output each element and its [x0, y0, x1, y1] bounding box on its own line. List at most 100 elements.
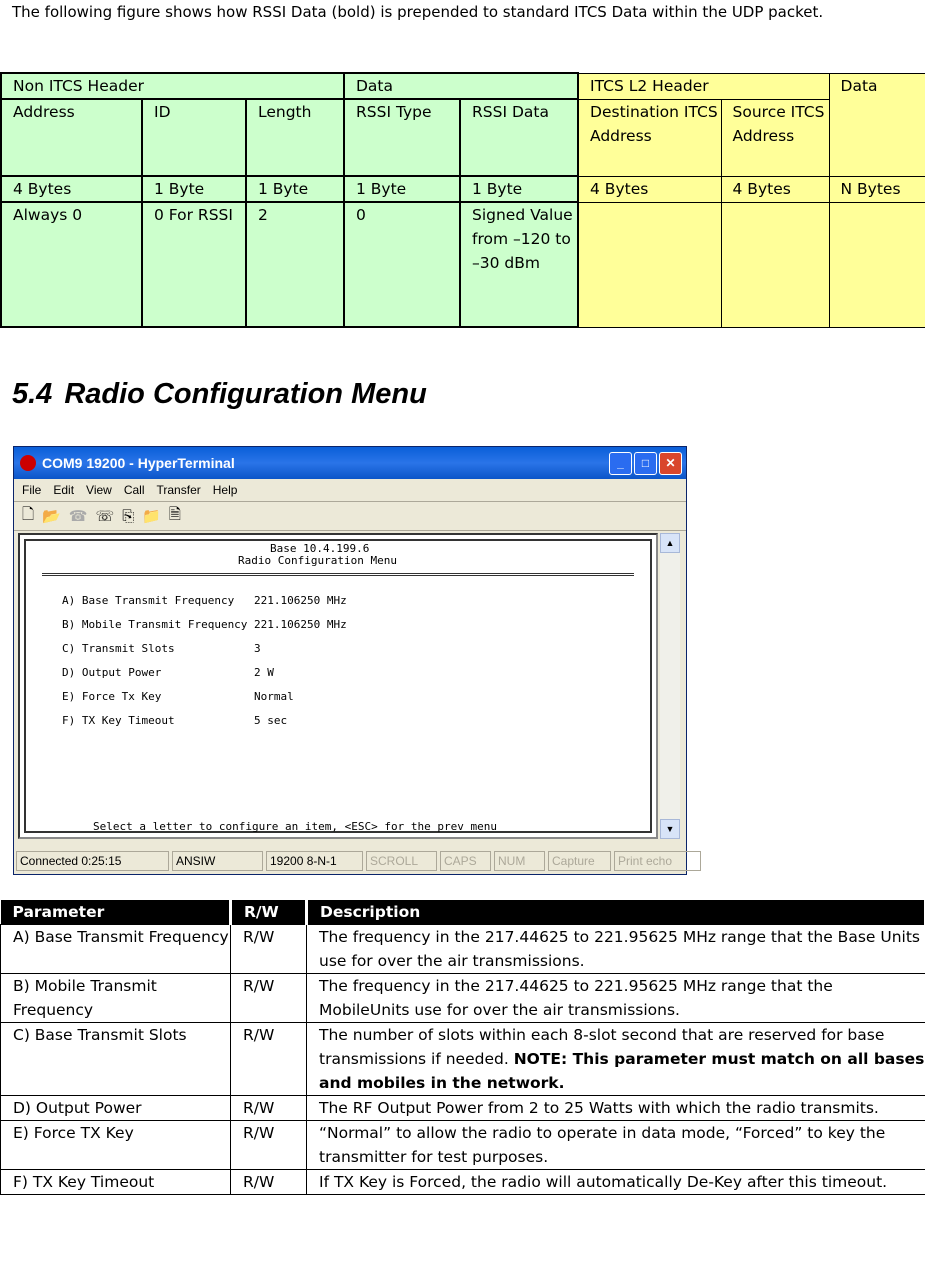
header-cell: Source ITCS Address: [720, 98, 830, 177]
status-field: Capture: [548, 851, 611, 871]
menu-edit[interactable]: Edit: [53, 483, 74, 497]
status-field: SCROLL: [366, 851, 437, 871]
header-cell: Address: [0, 98, 143, 177]
value-cell: Always 0: [0, 201, 143, 328]
table-row: A) Base Transmit Frequency R/W The frequen…: [0, 924, 925, 974]
new-icon[interactable]: 🗋: [22, 504, 34, 529]
menu-file[interactable]: File: [22, 483, 41, 497]
size-cell: 1 Byte: [458, 175, 580, 203]
header-cell: RSSI Type: [343, 98, 461, 177]
open-icon[interactable]: 📂: [42, 507, 61, 525]
header-parameter: Parameter: [0, 900, 232, 925]
parameter-cell: D) Output Power: [0, 1095, 231, 1121]
description-cell: If TX Key is Forced, the radio will auto…: [306, 1169, 925, 1195]
status-bar: Connected 0:25:15 ANSIW 19200 8-N-1 SCROLL C…: [16, 851, 701, 871]
scroll-up-icon[interactable]: ▲: [660, 533, 680, 553]
table-row: E) Force TX Key R/W “Normal” to allow the …: [0, 1120, 925, 1170]
group-data-itcs: Data: [828, 72, 925, 177]
status-field: 19200 8-N-1: [266, 851, 363, 871]
terminal-menu-item: E) Force Tx Key Normal: [62, 690, 294, 703]
value-cell: Signed Value from –120 to –30 dBm: [458, 201, 580, 328]
maximize-button[interactable]: □: [634, 451, 657, 475]
table-row: B) Mobile Transmit Frequency R/W The frequ…: [0, 973, 925, 1023]
terminal-screen[interactable]: Base 10.4.199.6 Radio Configuration Menu…: [18, 533, 658, 839]
menu-transfer[interactable]: Transfer: [157, 483, 201, 497]
size-cell: 1 Byte: [343, 175, 461, 203]
value-cell: [577, 201, 722, 328]
description-cell: “Normal” to allow the radio to operate i…: [306, 1120, 925, 1170]
menu-bar: File Edit View Call Transfer Help: [14, 479, 686, 502]
menu-help[interactable]: Help: [213, 483, 238, 497]
header-description: Description: [306, 900, 925, 925]
status-field: NUM: [494, 851, 545, 871]
parameter-cell: B) Mobile Transmit Frequency: [0, 973, 231, 1023]
receive-icon[interactable]: 📁: [142, 507, 161, 525]
group-data: Data: [342, 72, 580, 100]
description-cell: The frequency in the 217.44625 to 221.95…: [306, 973, 925, 1023]
description-cell: The RF Output Power from 2 to 25 Watts w…: [306, 1095, 925, 1121]
description-text: “Normal” to allow the radio to operate i…: [319, 1124, 886, 1166]
size-cell: 1 Byte: [141, 175, 247, 203]
section-heading: 5.4 Radio Configuration Menu: [12, 378, 427, 410]
minimize-button[interactable]: _: [609, 451, 632, 475]
title-bar[interactable]: COM9 19200 - HyperTerminal _ □ ✕: [14, 447, 686, 479]
value-cell: 0 For RSSI: [141, 201, 247, 328]
size-cell: 1 Byte: [245, 175, 345, 203]
menu-view[interactable]: View: [86, 483, 112, 497]
size-cell: 4 Bytes: [0, 175, 143, 203]
value-cell: 0: [343, 201, 461, 328]
terminal-prompt: Select a letter to configure an item, <E…: [93, 820, 497, 833]
value-cell: [720, 201, 830, 328]
menu-call[interactable]: Call: [124, 483, 145, 497]
disconnect-icon[interactable]: ☎: [69, 507, 88, 525]
size-cell: N Bytes: [828, 175, 925, 203]
description-text: The frequency in the 217.44625 to 221.95…: [319, 977, 833, 1019]
status-field: ANSIW: [172, 851, 263, 871]
header-cell: Length: [245, 98, 345, 177]
status-field: CAPS: [440, 851, 491, 871]
window-title: COM9 19200 - HyperTerminal: [42, 455, 235, 471]
status-field: Print echo: [614, 851, 701, 871]
description-text: The RF Output Power from 2 to 25 Watts w…: [319, 1099, 879, 1117]
send-icon[interactable]: ⎘: [122, 508, 134, 525]
terminal-menu-item: B) Mobile Transmit Frequency 221.106250 …: [62, 618, 347, 631]
hyperterminal-icon: [20, 455, 36, 471]
group-itcs-l2-header: ITCS L2 Header: [577, 72, 830, 100]
header-rw: R/W: [230, 900, 308, 925]
description-cell: The number of slots within each 8-slot s…: [306, 1022, 925, 1096]
dial-icon[interactable]: ☏: [95, 507, 114, 525]
scrollbar[interactable]: ▲ ▼: [660, 533, 680, 839]
rw-cell: R/W: [230, 1169, 307, 1195]
parameter-cell: F) TX Key Timeout: [0, 1169, 231, 1195]
rw-cell: R/W: [230, 924, 307, 974]
table-row: C) Base Transmit Slots R/W The number of s…: [0, 1022, 925, 1096]
close-button[interactable]: ✕: [659, 451, 682, 475]
description-text: If TX Key is Forced, the radio will auto…: [319, 1173, 888, 1191]
rw-cell: R/W: [230, 1095, 307, 1121]
header-cell: ID: [141, 98, 247, 177]
terminal-menu-item: F) TX Key Timeout 5 sec: [62, 714, 288, 727]
properties-icon[interactable]: 🗎: [169, 504, 181, 529]
scroll-down-icon[interactable]: ▼: [660, 819, 680, 839]
value-cell: [828, 201, 925, 328]
packet-format-table: Non ITCS Header Data ITCS L2 Header Data…: [0, 72, 925, 328]
terminal-menu-item: C) Transmit Slots 3: [62, 642, 261, 655]
terminal-menu-item: D) Output Power 2 W: [62, 666, 274, 679]
table-row: F) TX Key Timeout R/W If TX Key is Forced,…: [0, 1169, 925, 1195]
parameter-cell: C) Base Transmit Slots: [0, 1022, 231, 1096]
size-cell: 4 Bytes: [720, 175, 830, 203]
group-non-itcs-header: Non ITCS Header: [0, 72, 345, 100]
description-cell: The frequency in the 217.44625 to 221.95…: [306, 924, 925, 974]
parameter-cell: E) Force TX Key: [0, 1120, 231, 1170]
parameter-cell: A) Base Transmit Frequency: [0, 924, 231, 974]
rw-cell: R/W: [230, 973, 307, 1023]
terminal-line: Radio Configuration Menu: [238, 554, 397, 567]
parameter-table: Parameter R/W Description A) Base Transmit…: [0, 900, 925, 1195]
rw-cell: R/W: [230, 1120, 307, 1170]
header-cell: Destination ITCS Address: [577, 98, 722, 177]
header-cell: RSSI Data: [458, 98, 580, 177]
hyperterminal-window: COM9 19200 - HyperTerminal _ □ ✕ File Edit V…: [13, 446, 701, 875]
toolbar: 🗋 📂 ☎ ☏ ⎘ 📁 🗎: [14, 502, 686, 531]
status-field: Connected 0:25:15: [16, 851, 169, 871]
description-text: The frequency in the 217.44625 to 221.95…: [319, 928, 920, 970]
